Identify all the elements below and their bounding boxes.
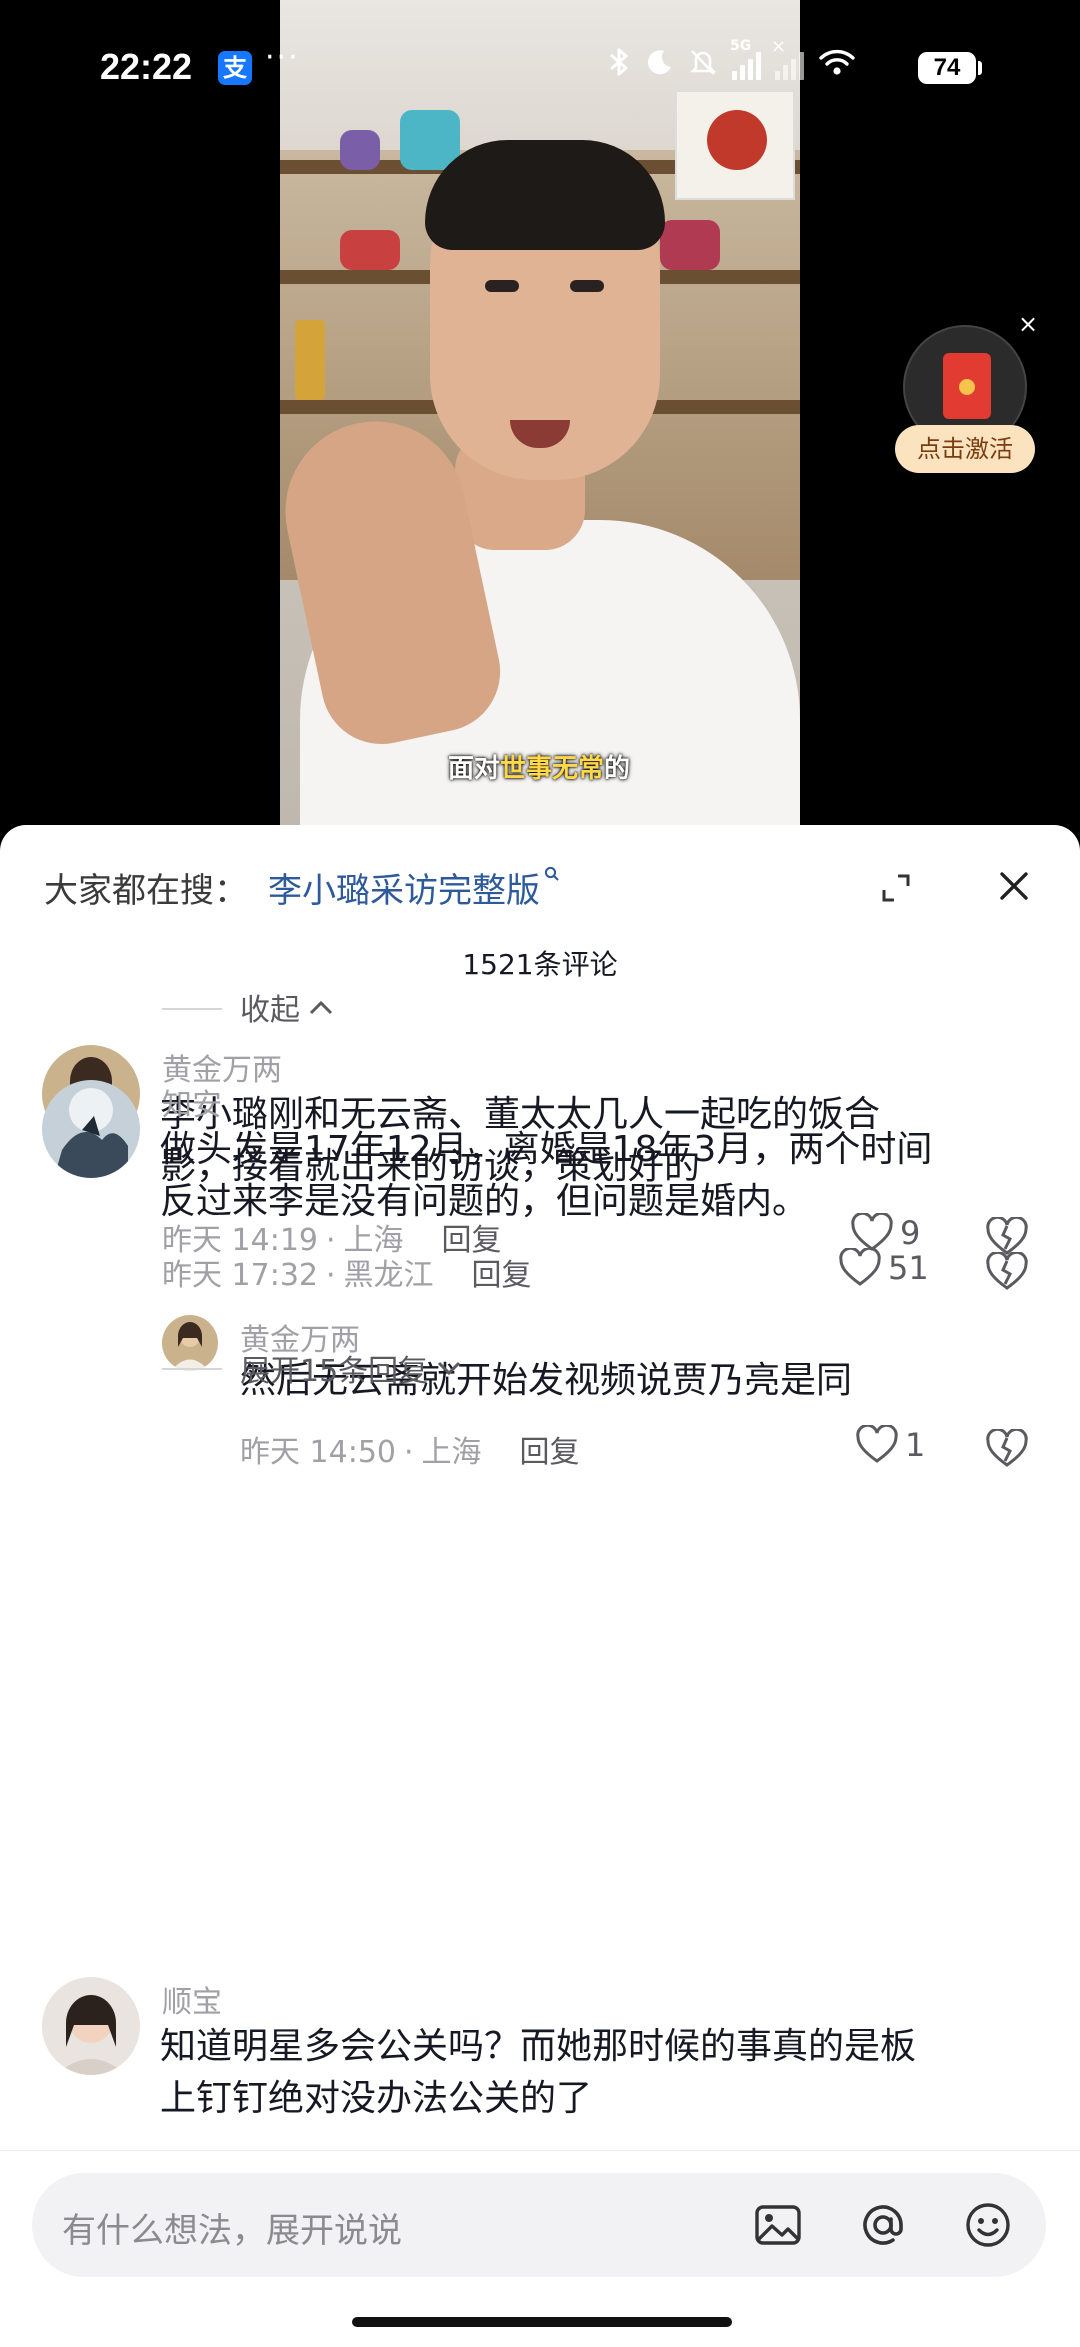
person-eye	[485, 280, 519, 292]
avatar[interactable]	[162, 1315, 218, 1371]
video-player[interactable]: 面对世事无常的 22:22 支 ··· 5G × 74 × 点击激活	[0, 0, 1080, 840]
like-count: 1	[905, 1426, 926, 1464]
search-icon	[544, 863, 560, 888]
like-button[interactable]: 51	[838, 1248, 929, 1288]
reply-item: 黄金万两 然后无云斋就开始发视频说贾乃亮是同 昨天 14:50 · 上海 回复 1	[0, 1315, 1080, 1470]
comment-input[interactable]: 有什么想法，展开说说	[32, 2173, 1046, 2277]
divider-line	[162, 1368, 222, 1370]
bluetooth-icon	[608, 46, 630, 86]
expand-label: 展开15条回复	[240, 1354, 429, 1389]
comment-author[interactable]: 知安	[162, 1080, 222, 1124]
mobile-signal-5g-icon: 5G	[730, 38, 761, 80]
comment-time: 昨天 14:50	[240, 1435, 396, 1470]
comment-item: 顺宝 知道明星多会公关吗？而她那时候的事真的是板 上钉钉绝对没办法公关的了	[0, 1977, 1080, 2177]
heart-icon	[856, 1425, 898, 1463]
do-not-disturb-moon-icon	[644, 47, 674, 85]
reply-button[interactable]: 回复	[472, 1258, 532, 1293]
comment-input-placeholder: 有什么想法，展开说说	[62, 2211, 402, 2251]
chevron-up-icon	[309, 1000, 333, 1015]
dislike-broken-heart-icon[interactable]	[985, 1250, 1029, 1292]
comment-text-line: 反过来李是没有问题的，但问题是婚内。	[160, 1181, 809, 1222]
like-count: 51	[888, 1249, 929, 1287]
comment-count: 1521条评论	[462, 948, 618, 981]
person-eye	[570, 280, 604, 292]
comment-location: 黑龙江	[343, 1258, 434, 1293]
comment-time: 昨天 17:32	[162, 1258, 318, 1293]
person-hair	[425, 140, 665, 250]
chevron-down-icon	[438, 1361, 461, 1376]
trending-search-prefix: 大家都在搜：	[44, 870, 248, 911]
reply-button[interactable]: 回复	[520, 1435, 580, 1470]
emoji-icon[interactable]	[962, 2199, 1014, 2251]
collapse-replies-button[interactable]: 收起	[240, 985, 334, 1029]
shelf-toy	[660, 220, 720, 270]
network-type-label: 5G	[730, 38, 752, 54]
comment-text: 知道明星多会公关吗？而她那时候的事真的是板 上钉钉绝对没办法公关的了	[160, 2021, 1060, 2125]
comment-location: 上海	[421, 1435, 482, 1470]
expand-replies-button[interactable]: 展开15条回复	[240, 1346, 462, 1390]
like-button[interactable]: 1	[855, 1425, 925, 1465]
avatar[interactable]	[42, 1977, 140, 2075]
mute-bell-icon	[688, 47, 718, 85]
dislike-broken-heart-icon[interactable]	[985, 1427, 1029, 1469]
comments-panel: 大家都在搜： 李小璐采访完整版 1521条评论 黄金万两 李小璐刚和无云斋、董太…	[0, 825, 1080, 2347]
wifi-icon	[818, 47, 856, 85]
shelf-toy	[340, 230, 400, 270]
comment-meta: 昨天 14:50 · 上海 回复	[240, 1435, 580, 1470]
status-icons: 5G ×	[608, 36, 856, 86]
collapse-label: 收起	[240, 993, 300, 1028]
home-indicator[interactable]	[352, 2317, 732, 2327]
shelf-pagoda	[295, 320, 325, 400]
more-notifications-icon: ···	[265, 40, 300, 75]
status-time: 22:22	[100, 46, 193, 87]
divider-line	[162, 1008, 222, 1010]
comment-text-line: 知道明星多会公关吗？而她那时候的事真的是板	[160, 2026, 917, 2067]
mention-at-icon[interactable]	[857, 2199, 909, 2251]
video-subtitle: 面对世事无常的	[448, 754, 631, 784]
trending-search-row: 大家都在搜： 李小璐采访完整版	[44, 857, 560, 917]
comment-item: 知安 做头发是17年12月，离婚是18年3月，两个时间 反过来李是没有问题的，但…	[0, 1080, 1080, 1320]
trending-search-link[interactable]: 李小璐采访完整版	[268, 863, 540, 912]
comment-text: 做头发是17年12月，离婚是18年3月，两个时间 反过来李是没有问题的，但问题是…	[160, 1124, 1060, 1228]
image-icon[interactable]	[752, 2199, 804, 2251]
shelf-toy	[340, 130, 380, 170]
comment-author[interactable]: 顺宝	[162, 1977, 222, 2021]
alipay-icon: 支	[218, 51, 252, 85]
avatar[interactable]	[42, 1080, 140, 1178]
battery-tip	[978, 61, 982, 75]
status-bar: 22:22 支 ··· 5G × 74	[0, 0, 1080, 130]
battery-level: 74	[918, 52, 976, 84]
activate-button[interactable]: 点击激活	[895, 425, 1035, 473]
activate-red-envelope-widget[interactable]: 点击激活	[895, 325, 1035, 485]
comment-text-line: 做头发是17年12月，离婚是18年3月，两个时间	[160, 1129, 933, 1170]
expand-fullscreen-icon[interactable]	[878, 870, 914, 906]
close-icon[interactable]	[995, 867, 1033, 905]
mobile-signal-2-icon: ×	[771, 36, 804, 80]
comment-meta: 昨天 17:32 · 黑龙江 回复	[162, 1258, 532, 1293]
comment-text-line: 上钉钉绝对没办法公关的了	[160, 2078, 593, 2119]
heart-icon	[839, 1248, 881, 1286]
